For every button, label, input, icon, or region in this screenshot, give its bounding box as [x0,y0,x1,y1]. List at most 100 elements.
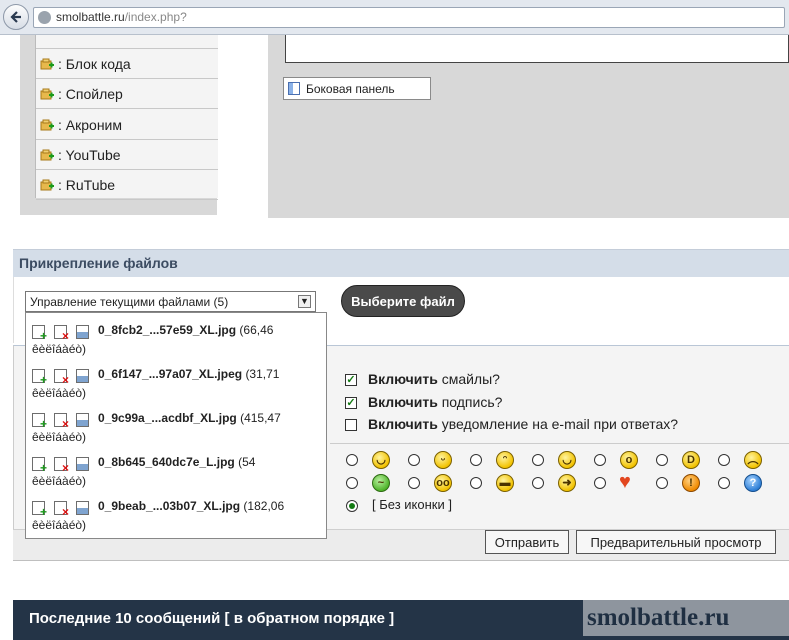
watermark-text: smolbattle.ru [587,604,730,631]
email-notify-checkbox[interactable] [345,419,357,431]
post-icon-radio[interactable] [346,454,358,466]
file-size-unit: êèëîáàéò) [32,342,87,356]
post-icon-radio[interactable] [470,454,482,466]
bbcode-item-code[interactable]: : Блок кода [36,49,218,79]
back-button[interactable] [3,4,29,30]
delete-file-icon[interactable] [54,501,69,519]
manage-files-select[interactable]: Управление текущими файлами (5) ▼ [25,291,316,312]
question-icon: ? [744,474,762,492]
file-size-unit: êèëîáàéò) [32,430,87,444]
option-label-rest: подпись? [437,394,503,410]
post-icon-radio[interactable] [408,477,420,489]
post-icon-radio[interactable] [532,477,544,489]
icons-divider [330,443,789,444]
post-icon-radio[interactable] [718,454,730,466]
submit-button[interactable]: Отправить [485,530,569,554]
surprised-icon: o [620,451,638,469]
smile-icon: ◡ [372,451,390,469]
smilies-checkbox[interactable]: ✓ [345,374,357,386]
file-size-unit: êèëîáàéò) [32,474,87,488]
choose-file-button[interactable]: Выберите файл [341,285,465,317]
file-item[interactable]: 0_6f147_...97a07_XL.jpeg (31,71 êèëîáàéò… [32,363,322,407]
file-size-unit: êèëîáàéò) [32,518,87,532]
chevron-down-icon[interactable]: ▼ [298,295,311,308]
bbcode-item-label: : Блок кода [58,56,131,72]
file-item[interactable]: 0_8fcb2_...57e59_XL.jpg (66,46 êèëîáàéò) [32,319,322,363]
file-name: 0_6f147_...97a07_XL.jpeg (31,71 [98,367,280,381]
file-name: 0_9beab_...03b07_XL.jpg (182,06 [98,499,285,513]
bbcode-list: : Блок кода : Спойлер : Акроним : YouTub… [35,35,218,200]
preview-label: Предварительный просмотр [590,535,762,550]
back-arrow-icon [10,11,21,23]
post-icon-radio[interactable] [346,477,358,489]
no-icon-label: [ Без иконки ] [372,497,452,512]
heart-icon: ♥ [619,471,631,493]
bbcode-item-partial[interactable] [36,19,218,49]
cool-icon: ▬ [496,474,514,492]
option-label-bold: Включить [368,394,438,410]
post-icon-radio[interactable] [656,477,668,489]
side-panel-icon [288,82,300,95]
file-item[interactable]: 0_8b645_640dc7e_L.jpg (54 êèëîáàéò) [32,451,322,495]
file-item[interactable]: 0_9c99a_...acdbf_XL.jpg (415,47 êèëîáàéò… [32,407,322,451]
post-icon-radio[interactable] [594,454,606,466]
insert-file-icon[interactable] [32,413,47,431]
post-icon-radio[interactable] [656,454,668,466]
bbcode-add-icon [40,119,54,131]
laugh-icon: D [682,451,700,469]
post-icon-radio[interactable] [532,454,544,466]
preview-button[interactable]: Предварительный просмотр [576,530,776,554]
bbcode-add-icon [40,88,54,100]
file-name: 0_8fcb2_...57e59_XL.jpg (66,46 [98,323,274,337]
post-icon-radio[interactable] [408,454,420,466]
insert-file-icon[interactable] [32,501,47,519]
tongue-icon: ◡ [558,451,576,469]
delete-file-icon[interactable] [54,369,69,387]
insert-file-icon[interactable] [32,369,47,387]
post-icon-radio[interactable] [718,477,730,489]
file-name: 0_8b645_640dc7e_L.jpg (54 [98,455,256,469]
no-icon-radio[interactable] [346,500,358,512]
option-label-rest: смайлы? [437,371,500,387]
image-file-icon [76,501,89,515]
insert-file-icon[interactable] [32,325,47,343]
file-item[interactable]: 0_9beab_...03b07_XL.jpg (182,06 êèëîáàéò… [32,495,322,539]
signature-checkbox[interactable]: ✓ [345,397,357,409]
post-icon-radio[interactable] [470,477,482,489]
bbcode-add-icon [40,149,54,161]
option-label-bold: Включить [368,416,438,432]
side-panel-label: Боковая панель [306,82,395,96]
attachments-header: Прикрепление файлов [13,249,789,277]
delete-file-icon[interactable] [54,325,69,343]
attached-files-dropdown[interactable]: 0_8fcb2_...57e59_XL.jpg (66,46 êèëîáàéò)… [25,312,327,539]
attachments-title: Прикрепление файлов [19,255,178,271]
bbcode-item-spoiler[interactable]: : Спойлер [36,79,218,109]
delete-file-icon[interactable] [54,457,69,475]
bbcode-item-acronym[interactable]: : Акроним [36,110,218,140]
manage-files-value: Управление текущими файлами (5) [30,295,229,309]
submit-label: Отправить [494,535,560,550]
insert-file-icon[interactable] [32,457,47,475]
bbcode-add-icon [40,179,54,191]
message-textarea[interactable] [285,35,789,63]
image-file-icon [76,457,89,471]
sad-icon: ︵ [744,451,762,469]
side-panel-button[interactable]: Боковая панель [283,77,431,100]
bbcode-add-icon [40,58,54,70]
sick-icon: ~ [372,474,390,492]
arrow-icon: ➜ [558,474,576,492]
exclamation-icon: ! [682,474,700,492]
image-file-icon [76,369,89,383]
happy-icon: ᵔ [496,451,514,469]
file-name: 0_9c99a_...acdbf_XL.jpg (415,47 [98,411,281,425]
delete-file-icon[interactable] [54,413,69,431]
option-label-rest: уведомление на e-mail при ответах? [437,416,679,432]
bbcode-item-label: : Спойлер [58,86,123,102]
wink-icon: ᵕ [434,451,452,469]
bbcode-item-label: : Акроним [58,117,122,133]
bbcode-item-rutube[interactable]: : RuTube [36,170,218,200]
bbcode-item-youtube[interactable]: : YouTube [36,140,218,170]
post-icon-radio[interactable] [594,477,606,489]
recent-posts-title: Последние 10 сообщений [ в обратном поря… [29,610,395,627]
watermark: smolbattle.ru [583,600,789,636]
